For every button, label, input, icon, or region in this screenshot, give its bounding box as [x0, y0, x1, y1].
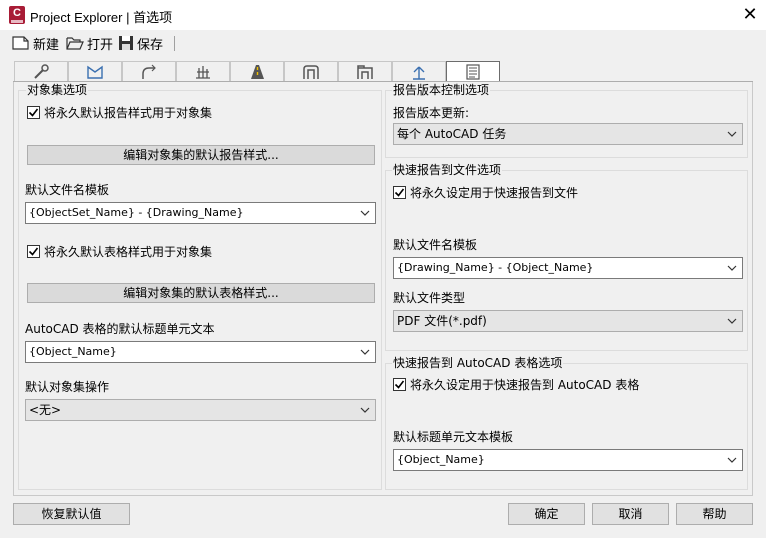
quick-report-file-checkbox[interactable] [393, 186, 406, 199]
checkmark-icon [28, 247, 39, 256]
filename-template-label: 默认文件名模板 [25, 183, 110, 197]
open-button[interactable]: 打开 [66, 33, 113, 53]
tab-pipe-network[interactable] [284, 61, 338, 81]
sample-lines-icon [196, 65, 210, 79]
quick-report-file-title: 快速报告到文件选项 [392, 163, 503, 177]
pressure-pipe-icon [357, 64, 373, 79]
tab-pressure-pipes[interactable] [338, 61, 392, 81]
chevron-down-icon [726, 124, 738, 144]
cancel-button[interactable]: 取消 [592, 503, 669, 525]
use-report-style-label: 将永久默认报告样式用于对象集 [44, 106, 213, 120]
chevron-down-icon [359, 400, 371, 420]
restore-defaults-button[interactable]: 恢复默认值 [13, 503, 130, 525]
surface-icon [87, 65, 103, 79]
new-label: 新建 [33, 36, 60, 52]
file-type-value: PDF 文件(*.pdf) [397, 314, 487, 328]
new-button[interactable]: 新建 [12, 33, 59, 53]
default-action-label: 默认对象集操作 [25, 380, 110, 394]
file-template-combo[interactable]: {Drawing_Name} - {Object_Name} [393, 257, 743, 279]
pipe-network-icon [303, 64, 319, 79]
file-template-value: {Drawing_Name} - {Object_Name} [397, 261, 594, 274]
tab-surface[interactable] [68, 61, 122, 81]
filename-template-value: {ObjectSet_Name} - {Drawing_Name} [29, 206, 244, 219]
version-update-value: 每个 AutoCAD 任务 [397, 127, 507, 141]
file-type-label: 默认文件类型 [393, 291, 466, 305]
table-title-value: {Object_Name} [29, 345, 117, 358]
tab-survey[interactable] [392, 61, 446, 81]
table-title-template-combo[interactable]: {Object_Name} [393, 449, 743, 471]
chevron-down-icon [726, 311, 738, 331]
table-title-combo[interactable]: {Object_Name} [25, 341, 376, 363]
tab-corridor[interactable] [230, 61, 284, 81]
chevron-down-icon [359, 203, 371, 223]
tab-report-settings[interactable] [446, 61, 500, 81]
close-button[interactable]: ✕ [738, 3, 762, 27]
default-action-value: <无> [29, 403, 62, 417]
report-settings-icon [466, 63, 480, 80]
quick-report-file-label: 将永久设定用于快速报告到文件 [410, 186, 579, 200]
open-label: 打开 [87, 36, 114, 52]
toolbar-separator [174, 36, 175, 51]
window-title: Project Explorer | 首选项 [30, 10, 173, 25]
quick-report-table-label: 将永久设定用于快速报告到 AutoCAD 表格 [410, 378, 640, 392]
table-title-template-value: {Object_Name} [397, 453, 485, 466]
save-disk-icon [119, 36, 133, 50]
version-control-title: 报告版本控制选项 [392, 83, 491, 97]
app-logo-letter: C [13, 7, 21, 19]
file-template-label: 默认文件名模板 [393, 238, 478, 252]
table-title-label: AutoCAD 表格的默认标题单元文本 [25, 322, 215, 336]
tab-general[interactable] [14, 61, 68, 81]
file-type-select[interactable]: PDF 文件(*.pdf) [393, 310, 743, 332]
table-title-template-label: 默认标题单元文本模板 [393, 430, 514, 444]
default-action-select[interactable]: <无> [25, 399, 376, 421]
ok-button[interactable]: 确定 [508, 503, 585, 525]
edit-table-style-button[interactable]: 编辑对象集的默认表格样式... [27, 283, 375, 303]
open-folder-icon [66, 37, 84, 50]
survey-point-icon [413, 66, 425, 80]
use-table-style-checkbox[interactable] [27, 245, 40, 258]
version-update-select[interactable]: 每个 AutoCAD 任务 [393, 123, 743, 145]
checkmark-icon [28, 108, 39, 117]
use-report-style-checkbox[interactable] [27, 106, 40, 119]
app-logo-icon: C [9, 6, 25, 24]
save-label: 保存 [137, 36, 164, 52]
checkmark-icon [394, 188, 405, 197]
tab-alignment[interactable] [122, 61, 176, 81]
quick-report-table-checkbox[interactable] [393, 378, 406, 391]
use-table-style-label: 将永久默认表格样式用于对象集 [44, 245, 213, 259]
quick-report-table-title: 快速报告到 AutoCAD 表格选项 [392, 356, 564, 370]
object-set-options-title: 对象集选项 [26, 83, 89, 97]
chevron-down-icon [359, 342, 371, 362]
checkmark-icon [394, 380, 405, 389]
tab-sample-lines[interactable] [176, 61, 230, 81]
new-document-icon [12, 36, 29, 50]
alignment-icon [142, 64, 156, 79]
road-icon [251, 64, 264, 79]
help-button[interactable]: 帮助 [676, 503, 753, 525]
chevron-down-icon [726, 258, 738, 278]
chevron-down-icon [726, 450, 738, 470]
wrench-icon [34, 63, 49, 79]
version-update-label: 报告版本更新: [393, 106, 470, 120]
edit-report-style-button[interactable]: 编辑对象集的默认报告样式... [27, 145, 375, 165]
filename-template-combo[interactable]: {ObjectSet_Name} - {Drawing_Name} [25, 202, 376, 224]
close-icon: ✕ [742, 4, 758, 25]
save-button[interactable]: 保存 [118, 33, 163, 53]
